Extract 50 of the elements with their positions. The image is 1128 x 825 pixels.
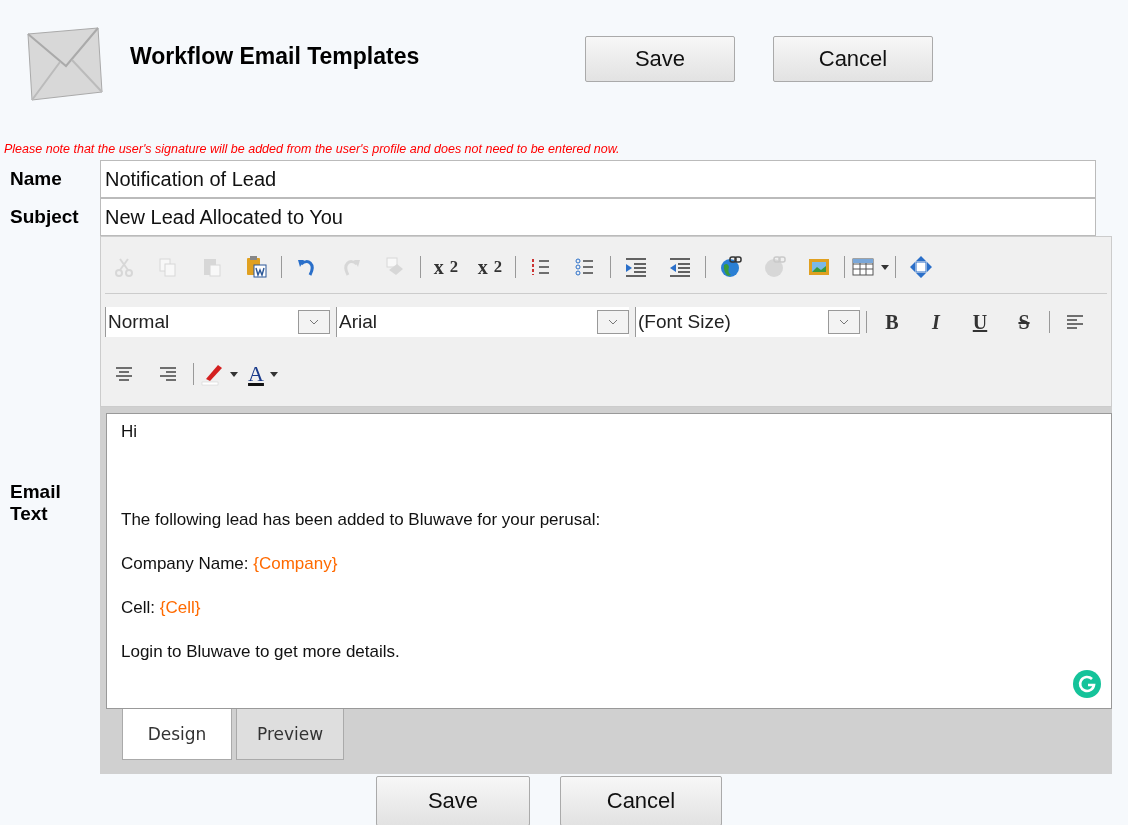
caret-icon — [230, 371, 238, 377]
email-body[interactable]: Hi The following lead has been added to Bluwave for your perusal: Company Name: {Company} Cell: {Cell} Login to Bluwave to get more details. — [106, 413, 1112, 709]
format-select[interactable]: (Font Size) — [635, 307, 860, 337]
body-paragraph: Cell: {Cell} — [121, 598, 202, 618]
italic-button[interactable]: I — [917, 305, 955, 339]
chevron-down-icon — [309, 319, 319, 325]
outdent-icon — [668, 256, 692, 278]
footer-button[interactable]: Cancel — [560, 776, 722, 825]
highlighter-icon — [200, 362, 224, 386]
numbered-list-icon — [530, 256, 552, 278]
format-select[interactable]: Arial — [336, 307, 629, 337]
caret-icon — [881, 264, 889, 270]
field-label: Subject — [9, 206, 80, 228]
body-paragraph: Hi — [121, 422, 139, 442]
body-paragraph: The following lead has been added to Bluwave for your perusal: — [121, 510, 602, 530]
font-color-dropdown[interactable]: A — [244, 357, 282, 391]
scissors-icon — [113, 256, 135, 278]
align-center-icon — [114, 365, 134, 383]
clipboard-icon — [244, 255, 268, 279]
body-paragraph: Company Name: {Company} — [121, 554, 339, 574]
copy-icon — [157, 256, 179, 278]
page-title: Workflow Email Templates — [130, 42, 421, 70]
globe-unlink-icon — [763, 255, 787, 279]
text-input[interactable]: Notification of Lead — [100, 160, 1096, 198]
text-input[interactable]: New Lead Allocated to You — [100, 198, 1096, 236]
expand-icon — [909, 255, 933, 279]
image-icon — [807, 256, 831, 278]
header-button[interactable]: Cancel — [773, 36, 933, 82]
align-left-icon — [1065, 313, 1085, 331]
globe-link-icon — [719, 255, 743, 279]
body-paragraph: Login to Bluwave to get more details. — [121, 642, 401, 662]
bold-button[interactable]: B — [873, 305, 911, 339]
align-right-icon — [158, 365, 178, 383]
format-select[interactable]: Normal — [105, 307, 330, 337]
clipboard-icon — [201, 256, 223, 278]
editor-tab[interactable]: Preview — [236, 708, 345, 760]
chevron-down-icon — [839, 319, 849, 325]
underline-button[interactable]: U — [961, 305, 999, 339]
chevron-down-icon — [608, 319, 618, 325]
caret-icon — [269, 371, 278, 377]
strikethrough-button[interactable]: S — [1005, 305, 1043, 339]
bullet-list-icon — [574, 256, 596, 278]
table-icon — [851, 256, 875, 278]
editor-tab[interactable]: Design — [122, 708, 232, 760]
header-button[interactable]: Save — [585, 36, 735, 82]
field-label: Email Text — [9, 480, 62, 526]
footer-button[interactable]: Save — [376, 776, 530, 825]
indent-icon — [624, 256, 648, 278]
field-label: Name — [9, 168, 63, 190]
signature-note: Please note that the user's signature will be added from the user's profile and does not need to be entered now. — [4, 142, 621, 156]
